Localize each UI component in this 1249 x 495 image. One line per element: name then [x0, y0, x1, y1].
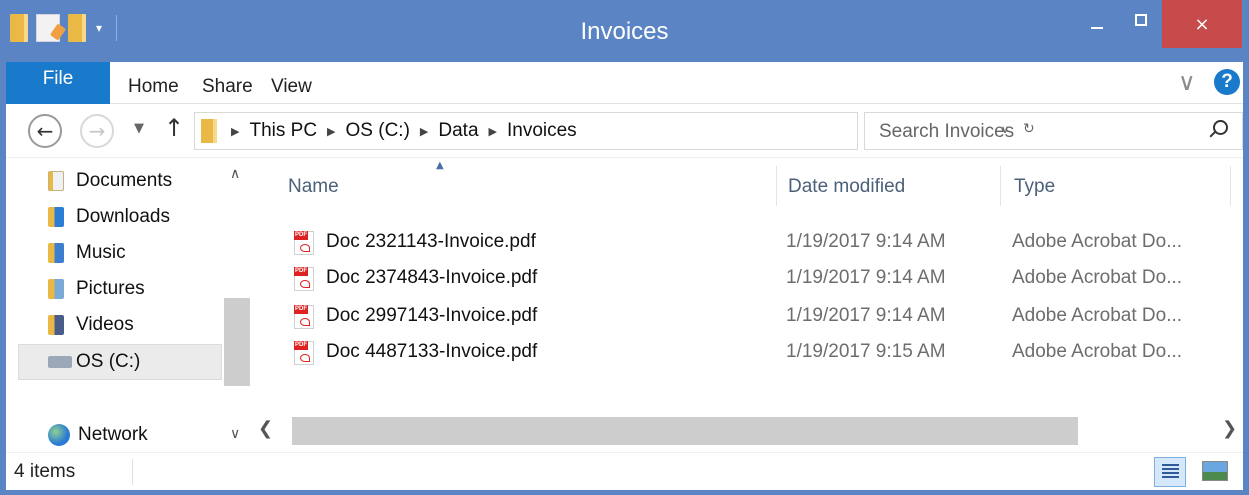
- table-row[interactable]: Doc 2321143-Invoice.pdf 1/19/2017 9:14 A…: [288, 226, 1238, 260]
- file-name: Doc 2321143-Invoice.pdf: [326, 231, 536, 252]
- file-type: Adobe Acrobat Do...: [1012, 231, 1183, 252]
- file-list: ▲ Name Date modified Type Doc 2321143-In…: [252, 158, 1243, 452]
- videos-folder-icon: [48, 315, 64, 335]
- close-button[interactable]: ×: [1162, 0, 1242, 48]
- recent-locations-chevron-icon[interactable]: ▼: [134, 121, 144, 136]
- ribbon-tabs: File Home Share View ∨ ?: [6, 62, 1243, 104]
- minimize-icon: [1091, 27, 1103, 29]
- sidebar-item-os-c[interactable]: OS (C:): [48, 345, 140, 379]
- breadcrumb-separator-icon[interactable]: ▶: [489, 125, 497, 138]
- table-row[interactable]: Doc 4487133-Invoice.pdf 1/19/2017 9:15 A…: [288, 336, 1238, 370]
- file-date-modified: 1/19/2017 9:15 AM: [786, 341, 946, 362]
- scrollbar-thumb[interactable]: [224, 298, 250, 386]
- breadcrumb-this-pc[interactable]: This PC: [249, 120, 317, 142]
- breadcrumb-separator-icon[interactable]: ▶: [420, 125, 428, 138]
- sidebar-item-downloads[interactable]: Downloads: [48, 200, 170, 234]
- breadcrumb-separator-icon[interactable]: ▶: [327, 125, 335, 138]
- sidebar-item-label: Downloads: [76, 206, 170, 227]
- tab-view[interactable]: View: [271, 76, 312, 98]
- drive-icon: [48, 356, 72, 368]
- tab-file[interactable]: File: [6, 62, 110, 104]
- back-button[interactable]: ←: [28, 114, 62, 148]
- sidebar-item-label: Pictures: [76, 278, 145, 299]
- search-placeholder: Search Invoices: [879, 121, 1015, 142]
- pdf-file-icon: [294, 231, 314, 255]
- file-name: Doc 2374843-Invoice.pdf: [326, 267, 538, 288]
- tab-home[interactable]: Home: [128, 76, 179, 98]
- search-input[interactable]: Search Invoices: [864, 112, 1243, 150]
- file-type: Adobe Acrobat Do...: [1012, 305, 1183, 326]
- column-divider[interactable]: [1230, 166, 1231, 206]
- sidebar-item-label: Music: [76, 242, 126, 263]
- column-divider[interactable]: [776, 166, 777, 206]
- table-row[interactable]: Doc 2997143-Invoice.pdf 1/19/2017 9:14 A…: [288, 300, 1238, 334]
- search-icon[interactable]: [1213, 120, 1228, 135]
- downloads-folder-icon: [48, 207, 64, 227]
- column-header-type[interactable]: Type: [1014, 176, 1055, 198]
- file-type: Adobe Acrobat Do...: [1012, 341, 1183, 362]
- sidebar-scrollbar[interactable]: ∧ ∨: [222, 158, 252, 452]
- file-name: Doc 4487133-Invoice.pdf: [326, 341, 538, 362]
- navigation-pane: Documents Downloads Music Pictures Video…: [6, 158, 222, 452]
- sidebar-item-label: Documents: [76, 170, 173, 191]
- main-content: Documents Downloads Music Pictures Video…: [6, 158, 1243, 452]
- forward-button[interactable]: →: [80, 114, 114, 148]
- file-date-modified: 1/19/2017 9:14 AM: [786, 305, 946, 326]
- status-bar: 4 items: [6, 452, 1243, 490]
- table-row[interactable]: Doc 2374843-Invoice.pdf 1/19/2017 9:14 A…: [288, 262, 1238, 296]
- sidebar-item-pictures[interactable]: Pictures: [48, 272, 145, 306]
- sidebar-item-documents[interactable]: Documents: [48, 164, 172, 198]
- pdf-file-icon: [294, 267, 314, 291]
- scroll-right-chevron-icon[interactable]: ❯: [1222, 418, 1237, 439]
- sidebar-item-network[interactable]: Network: [48, 418, 148, 452]
- address-bar[interactable]: ▶ This PC ▶ OS (C:) ▶ Data ▶ Invoices ∨ …: [194, 112, 1035, 150]
- network-icon: [48, 424, 70, 446]
- column-header-date-modified[interactable]: Date modified: [788, 176, 905, 198]
- scroll-up-chevron-icon[interactable]: ∧: [230, 166, 240, 182]
- title-bar[interactable]: ▾ Invoices ×: [0, 0, 1249, 62]
- scroll-left-chevron-icon[interactable]: ❮: [258, 418, 273, 439]
- breadcrumb-data[interactable]: Data: [438, 120, 478, 142]
- pdf-file-icon: [294, 305, 314, 329]
- window-title: Invoices: [580, 18, 669, 45]
- tab-share[interactable]: Share: [202, 76, 253, 98]
- file-date-modified: 1/19/2017 9:14 AM: [786, 231, 946, 252]
- scroll-down-chevron-icon[interactable]: ∨: [230, 426, 240, 442]
- help-icon[interactable]: ?: [1214, 69, 1240, 95]
- pictures-folder-icon: [48, 279, 64, 299]
- up-button[interactable]: ↑: [164, 114, 184, 142]
- item-count: 4 items: [14, 461, 76, 482]
- column-header-name[interactable]: Name: [288, 176, 339, 198]
- sidebar-item-label: Videos: [76, 314, 134, 335]
- close-icon: ×: [1194, 13, 1210, 35]
- maximize-button[interactable]: [1120, 0, 1162, 48]
- sidebar-item-label: Network: [78, 424, 148, 445]
- expand-ribbon-chevron-icon[interactable]: ∨: [1178, 68, 1196, 96]
- breadcrumb-invoices[interactable]: Invoices: [507, 120, 577, 142]
- breadcrumb-os-c[interactable]: OS (C:): [346, 120, 410, 142]
- file-date-modified: 1/19/2017 9:14 AM: [786, 267, 946, 288]
- breadcrumb: ▶ This PC ▶ OS (C:) ▶ Data ▶ Invoices: [231, 120, 587, 142]
- large-icons-view-icon[interactable]: [1202, 461, 1228, 481]
- documents-folder-icon: [48, 171, 64, 191]
- status-divider: [132, 459, 133, 485]
- sidebar-item-label: OS (C:): [76, 351, 141, 372]
- sort-ascending-icon: ▲: [436, 160, 444, 171]
- details-view-icon[interactable]: [1154, 457, 1186, 487]
- maximize-icon: [1135, 14, 1147, 26]
- column-divider[interactable]: [1000, 166, 1001, 206]
- file-type: Adobe Acrobat Do...: [1012, 267, 1183, 288]
- music-folder-icon: [48, 243, 64, 263]
- scrollbar-thumb[interactable]: [292, 417, 1078, 445]
- explorer-window: ▾ Invoices × File Home Share View ∨ ? ← …: [0, 0, 1249, 495]
- horizontal-scrollbar[interactable]: ❮ ❯: [252, 414, 1243, 448]
- folder-icon: [201, 119, 217, 143]
- breadcrumb-separator-icon[interactable]: ▶: [231, 125, 239, 138]
- sidebar-item-videos[interactable]: Videos: [48, 308, 134, 342]
- sidebar-item-music[interactable]: Music: [48, 236, 126, 270]
- pdf-file-icon: [294, 341, 314, 365]
- navigation-bar: ← → ▼ ↑ ▶ This PC ▶ OS (C:) ▶ Data ▶ Inv…: [6, 104, 1243, 158]
- file-name: Doc 2997143-Invoice.pdf: [326, 305, 538, 326]
- minimize-button[interactable]: [1076, 0, 1118, 48]
